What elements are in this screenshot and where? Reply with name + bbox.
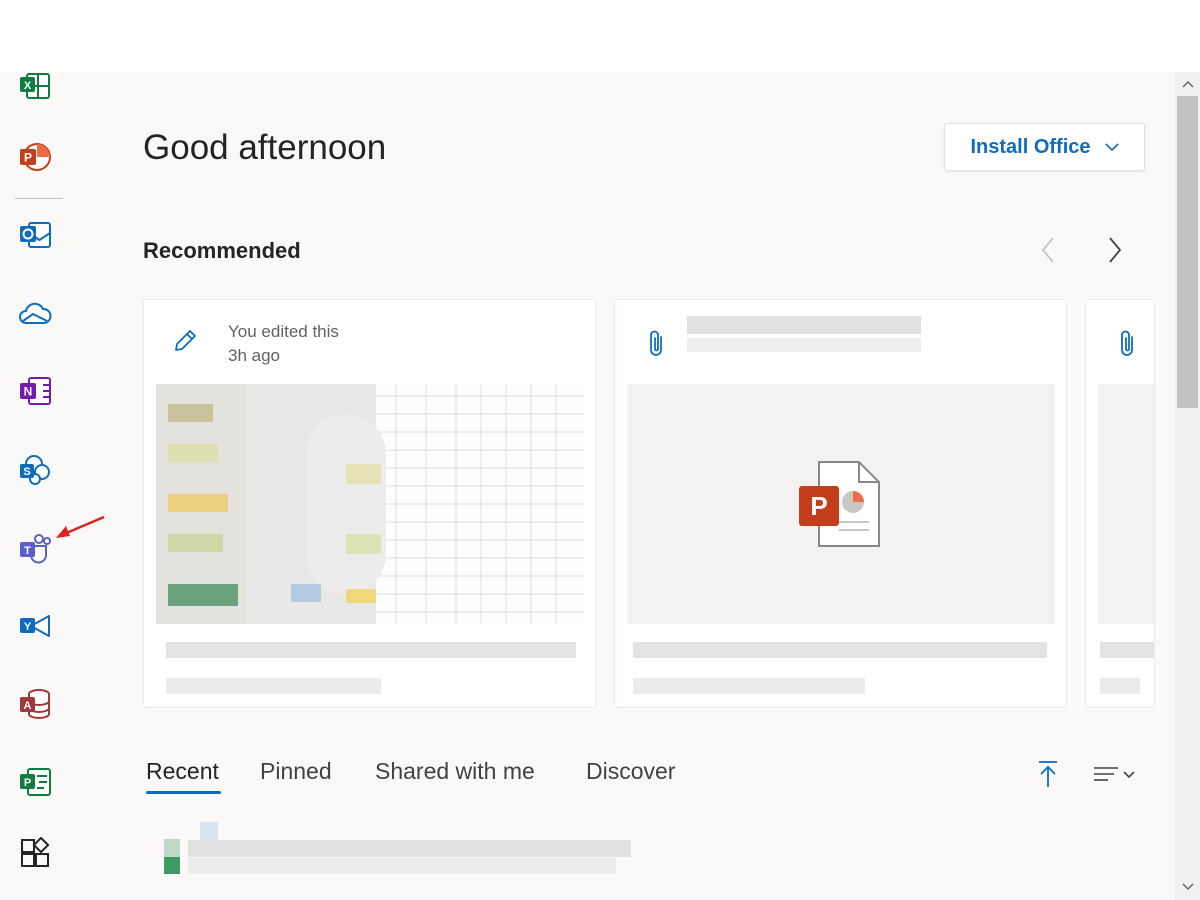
svg-text:P: P — [810, 491, 827, 521]
file-type-icon — [164, 839, 180, 874]
file-tabs: Recent Pinned Shared with me Discover — [143, 758, 1145, 798]
svg-text:P: P — [24, 151, 32, 165]
file-thumbnail — [156, 384, 584, 624]
page-title: Good afternoon — [143, 128, 387, 167]
recommended-heading: Recommended — [143, 238, 301, 263]
paperclip-icon — [650, 330, 662, 356]
powerpoint-file-icon: P — [799, 461, 880, 547]
vertical-scrollbar[interactable] — [1175, 72, 1200, 900]
svg-text:N: N — [24, 385, 33, 399]
app-rail: X P N S T Y A P — [0, 72, 70, 900]
file-thumbnail — [1098, 384, 1154, 624]
file-location-placeholder — [1100, 678, 1140, 694]
svg-text:S: S — [23, 466, 30, 478]
card-activity-text: You edited this — [228, 322, 339, 341]
excel-icon[interactable]: X — [15, 72, 55, 106]
office-home: X P N S T Y A P Good afternoon Install O… — [0, 72, 1175, 900]
svg-text:A: A — [24, 700, 32, 712]
scroll-up-button[interactable] — [1175, 74, 1200, 94]
file-row-placeholder[interactable] — [188, 840, 631, 857]
sort-icon[interactable] — [1093, 766, 1137, 784]
file-name-placeholder — [633, 642, 1047, 658]
card-activity: You edited this 3h ago — [228, 320, 339, 368]
tab-discover[interactable]: Discover — [586, 758, 675, 785]
rail-divider — [15, 198, 63, 199]
window-top-bar — [0, 0, 1200, 72]
tab-recent[interactable]: Recent — [146, 758, 219, 785]
tab-shared-with-me[interactable]: Shared with me — [375, 758, 535, 785]
access-icon[interactable]: A — [15, 684, 55, 724]
onedrive-icon[interactable] — [15, 294, 55, 334]
install-office-button[interactable]: Install Office — [944, 123, 1145, 171]
shared-by-placeholder — [687, 316, 921, 334]
svg-text:P: P — [24, 777, 31, 789]
main-content: Good afternoon Install Office Recommende… — [143, 72, 1155, 900]
recommended-card[interactable] — [1085, 299, 1155, 708]
annotation-arrow-icon — [56, 515, 105, 538]
powerpoint-icon[interactable]: P — [15, 137, 55, 177]
chevron-down-icon — [1182, 883, 1193, 890]
file-badge-placeholder — [200, 822, 218, 840]
recommended-card[interactable]: You edited this 3h ago — [143, 299, 596, 708]
card-activity-time: 3h ago — [228, 346, 280, 365]
file-location-placeholder — [633, 678, 865, 694]
shared-time-placeholder — [687, 338, 921, 352]
svg-text:T: T — [24, 545, 31, 557]
pencil-icon — [175, 330, 196, 351]
teams-icon[interactable]: T — [15, 528, 55, 568]
upload-icon[interactable] — [1037, 760, 1059, 788]
yammer-icon[interactable]: Y — [15, 606, 55, 646]
tab-pinned[interactable]: Pinned — [260, 758, 332, 785]
paperclip-icon — [1121, 330, 1133, 356]
all-apps-icon[interactable] — [15, 834, 55, 874]
tab-active-indicator — [146, 791, 221, 794]
svg-text:Y: Y — [24, 621, 32, 633]
chevron-down-icon — [1104, 142, 1119, 151]
onenote-icon[interactable]: N — [15, 371, 55, 411]
outlook-icon[interactable] — [15, 215, 55, 255]
scroll-thumb[interactable] — [1177, 96, 1198, 408]
file-name-placeholder — [166, 642, 576, 658]
project-icon[interactable]: P — [15, 762, 55, 802]
recommended-card[interactable]: P — [614, 299, 1067, 708]
chevron-right-icon — [1109, 237, 1122, 263]
spreadsheet-preview-icon — [156, 384, 584, 624]
file-name-placeholder — [1100, 642, 1154, 658]
file-row-detail-placeholder — [188, 858, 616, 874]
file-location-placeholder — [166, 678, 381, 694]
chevron-left-icon — [1041, 237, 1054, 263]
sharepoint-icon[interactable]: S — [15, 450, 55, 490]
svg-text:X: X — [24, 80, 32, 92]
scroll-down-button[interactable] — [1175, 877, 1200, 897]
chevron-up-icon — [1182, 81, 1193, 88]
file-thumbnail: P — [627, 384, 1055, 624]
previous-button[interactable] — [1036, 236, 1060, 264]
next-button[interactable] — [1103, 236, 1127, 264]
install-office-label: Install Office — [970, 135, 1091, 158]
